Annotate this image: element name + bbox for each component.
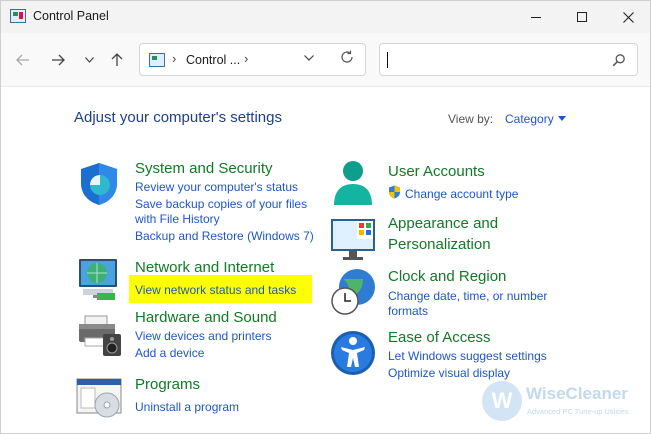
- save-backup-link-line2[interactable]: with File History: [135, 212, 220, 226]
- navigation-bar: › Control ... ›: [1, 33, 650, 87]
- network-globe-icon[interactable]: [75, 255, 123, 303]
- system-and-security-title[interactable]: System and Security: [135, 160, 273, 177]
- chevron-down-icon: [304, 55, 314, 61]
- maximize-button[interactable]: [559, 1, 605, 33]
- dropdown-arrow-icon[interactable]: [558, 116, 566, 121]
- refresh-icon: [341, 50, 353, 63]
- uac-shield-icon: [389, 185, 400, 199]
- change-date-time-link-line2[interactable]: formats: [388, 304, 428, 318]
- breadcrumb-separator-icon[interactable]: ›: [172, 51, 176, 66]
- user-accounts-icon[interactable]: [331, 159, 375, 207]
- view-network-status-link[interactable]: View network status and tasks: [135, 283, 296, 297]
- back-button[interactable]: [11, 48, 35, 72]
- optimize-visual-display-link[interactable]: Optimize visual display: [388, 366, 510, 380]
- clock-globe-icon[interactable]: [329, 267, 379, 317]
- forward-button[interactable]: [46, 48, 70, 72]
- view-by-dropdown[interactable]: Category: [505, 112, 554, 126]
- minimize-icon: [531, 16, 541, 18]
- review-status-link[interactable]: Review your computer's status: [135, 180, 298, 194]
- search-input[interactable]: [379, 43, 638, 76]
- ease-of-access-title[interactable]: Ease of Access: [388, 329, 491, 346]
- title-bar[interactable]: Control Panel: [1, 1, 650, 33]
- up-button[interactable]: [105, 48, 129, 72]
- arrow-left-icon: [16, 54, 29, 66]
- address-bar[interactable]: › Control ... ›: [139, 43, 366, 76]
- appearance-monitor-icon[interactable]: [329, 215, 379, 261]
- uninstall-program-link[interactable]: Uninstall a program: [135, 400, 239, 414]
- clock-and-region-title[interactable]: Clock and Region: [388, 268, 506, 285]
- appearance-title-line2[interactable]: Personalization: [388, 236, 491, 253]
- save-backup-link[interactable]: Save backup copies of your files: [135, 197, 307, 211]
- view-by-label: View by:: [448, 112, 494, 126]
- breadcrumb-control-panel[interactable]: Control ...: [186, 53, 240, 67]
- control-panel-window: Control Panel › Control ... › Adjust you…: [0, 0, 651, 434]
- view-devices-link[interactable]: View devices and printers: [135, 329, 272, 343]
- shield-icon[interactable]: [77, 161, 121, 207]
- window-title: Control Panel: [33, 9, 109, 23]
- close-button[interactable]: [605, 1, 650, 33]
- close-icon: [622, 11, 634, 23]
- printer-icon[interactable]: [75, 312, 125, 358]
- arrow-up-icon: [111, 53, 123, 66]
- programs-icon[interactable]: [75, 375, 125, 421]
- minimize-button[interactable]: [513, 1, 559, 33]
- arrow-right-icon: [52, 54, 65, 66]
- appearance-title-line1[interactable]: Appearance and: [388, 215, 498, 232]
- wisecleaner-logo-icon: W: [482, 381, 522, 421]
- wisecleaner-logo-letter: W: [491, 388, 513, 413]
- watermark-title: WiseCleaner: [526, 384, 628, 403]
- refresh-button[interactable]: [340, 50, 354, 68]
- control-panel-icon: [149, 53, 165, 67]
- control-panel-icon: [10, 9, 26, 23]
- ease-of-access-icon[interactable]: [329, 329, 377, 377]
- windows-suggest-settings-link[interactable]: Let Windows suggest settings: [388, 349, 547, 363]
- add-device-link[interactable]: Add a device: [135, 346, 204, 360]
- search-icon[interactable]: [612, 53, 626, 67]
- user-accounts-title[interactable]: User Accounts: [388, 163, 485, 180]
- change-account-type-link[interactable]: Change account type: [405, 187, 518, 201]
- breadcrumb-separator-icon[interactable]: ›: [244, 51, 248, 66]
- watermark-subtitle: Advanced PC Tune-up Utilities: [527, 407, 629, 416]
- network-and-internet-title[interactable]: Network and Internet: [135, 259, 274, 276]
- programs-title[interactable]: Programs: [135, 376, 200, 393]
- recent-locations-button[interactable]: [77, 48, 101, 72]
- change-date-time-link[interactable]: Change date, time, or number: [388, 289, 547, 303]
- page-title: Adjust your computer's settings: [74, 109, 282, 126]
- address-dropdown-button[interactable]: [304, 50, 314, 64]
- backup-restore-link[interactable]: Backup and Restore (Windows 7): [135, 229, 314, 243]
- maximize-icon: [577, 12, 587, 22]
- chevron-down-icon: [84, 57, 94, 63]
- hardware-and-sound-title[interactable]: Hardware and Sound: [135, 309, 277, 326]
- text-cursor: [387, 52, 388, 68]
